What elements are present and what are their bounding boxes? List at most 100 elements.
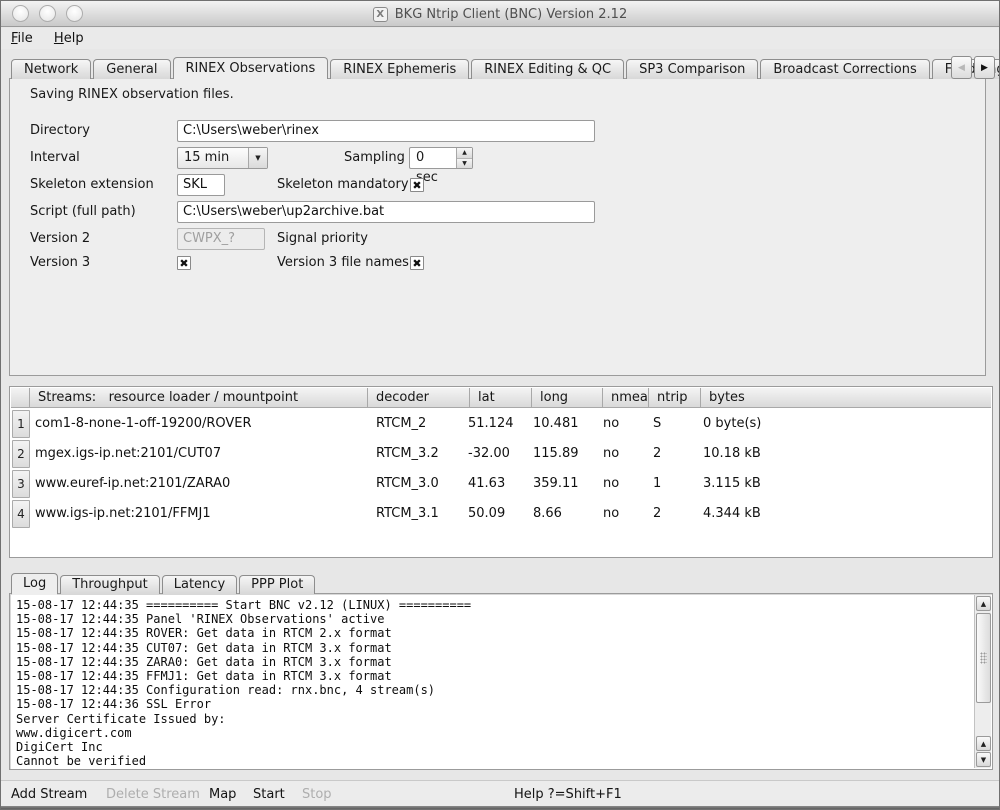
spin-down-icon[interactable]: ▼ bbox=[457, 159, 472, 169]
spin-up-icon[interactable]: ▲ bbox=[457, 148, 472, 159]
tab-sp3-comparison[interactable]: SP3 Comparison bbox=[626, 59, 758, 79]
cell-mountpoint: www.igs-ip.net:2101/FFMJ1 bbox=[35, 499, 211, 529]
skeleton-extension-label: Skeleton extension bbox=[30, 172, 154, 198]
col-header-nmea[interactable]: nmea bbox=[603, 388, 649, 408]
script-input[interactable]: C:\Users\weber\up2archive.bat bbox=[177, 201, 595, 223]
tab-broadcast-corrections[interactable]: Broadcast Corrections bbox=[760, 59, 929, 79]
col-header-bytes[interactable]: bytes bbox=[701, 388, 991, 408]
cell-lat: 51.124 bbox=[468, 409, 514, 439]
chevron-down-icon[interactable]: ▼ bbox=[248, 148, 267, 168]
log-line: 15-08-17 12:44:36 SSL Error bbox=[16, 697, 211, 711]
row-number[interactable]: 2 bbox=[12, 440, 30, 468]
scroll-up-button[interactable]: ▲ bbox=[976, 596, 991, 611]
menu-help[interactable]: Help bbox=[54, 28, 84, 49]
log-line: 15-08-17 12:44:35 FFMJ1: Get data in RTC… bbox=[16, 669, 392, 683]
tab-latency[interactable]: Latency bbox=[162, 575, 237, 594]
signal-priority-label: Signal priority bbox=[277, 226, 368, 252]
tab-ppp-plot[interactable]: PPP Plot bbox=[239, 575, 315, 594]
map-button[interactable]: Map bbox=[209, 781, 236, 809]
cell-mountpoint: com1-8-none-1-off-19200/ROVER bbox=[35, 409, 252, 439]
title-bar[interactable]: X BKG Ntrip Client (BNC) Version 2.12 bbox=[1, 1, 999, 27]
tab-rinex-observations[interactable]: RINEX Observations bbox=[173, 57, 329, 79]
cell-mountpoint: mgex.igs-ip.net:2101/CUT07 bbox=[35, 439, 221, 469]
scroll-down-button[interactable]: ▼ bbox=[976, 752, 991, 767]
skeleton-extension-input[interactable]: SKL bbox=[177, 174, 225, 196]
cell-lat: -32.00 bbox=[468, 439, 510, 469]
stream-row[interactable]: 1 com1-8-none-1-off-19200/ROVER RTCM_2 5… bbox=[11, 409, 991, 439]
row-number[interactable]: 3 bbox=[12, 470, 30, 498]
stream-row[interactable]: 3 www.euref-ip.net:2101/ZARA0 RTCM_3.0 4… bbox=[11, 469, 991, 499]
add-stream-button[interactable]: Add Stream bbox=[11, 781, 87, 809]
stream-row[interactable]: 4 www.igs-ip.net:2101/FFMJ1 RTCM_3.1 50.… bbox=[11, 499, 991, 529]
skeleton-mandatory-checkbox[interactable]: ✖ bbox=[410, 178, 424, 192]
menu-file[interactable]: File bbox=[11, 28, 33, 49]
scrollbar-thumb[interactable] bbox=[976, 613, 991, 703]
cell-nmea: no bbox=[603, 499, 619, 529]
tab-network[interactable]: Network bbox=[11, 59, 91, 79]
log-panel: 15-08-17 12:44:35 ========== Start BNC v… bbox=[9, 593, 993, 770]
tab-rinex-editing-qc[interactable]: RINEX Editing & QC bbox=[471, 59, 624, 79]
version3-checkbox[interactable]: ✖ bbox=[177, 256, 191, 270]
log-scrollbar[interactable]: ▲ ▲ ▼ bbox=[974, 595, 991, 768]
log-tab-bar: Log Throughput Latency PPP Plot bbox=[11, 573, 317, 594]
log-line: DigiCert Inc bbox=[16, 740, 103, 754]
log-line: Cannot be verified bbox=[16, 754, 146, 767]
log-line: 15-08-17 12:44:35 ROVER: Get data in RTC… bbox=[16, 626, 392, 640]
tab-general[interactable]: General bbox=[93, 59, 170, 79]
skeleton-mandatory-label: Skeleton mandatory bbox=[277, 172, 409, 198]
arrow-up-icon: ▲ bbox=[981, 740, 986, 748]
log-line: 15-08-17 12:44:35 ZARA0: Get data in RTC… bbox=[16, 655, 392, 669]
cell-bytes: 3.115 kB bbox=[703, 469, 761, 499]
cell-ntrip: 2 bbox=[653, 439, 661, 469]
tab-scroll-buttons: ◀ ▶ bbox=[951, 56, 995, 79]
stream-row[interactable]: 2 mgex.igs-ip.net:2101/CUT07 RTCM_3.2 -3… bbox=[11, 439, 991, 469]
tab-rinex-ephemeris[interactable]: RINEX Ephemeris bbox=[330, 59, 469, 79]
main-tab-bar: Network General RINEX Observations RINEX… bbox=[11, 57, 1000, 79]
directory-label: Directory bbox=[30, 118, 90, 144]
version3-file-names-checkbox[interactable]: ✖ bbox=[410, 256, 424, 270]
sampling-spinner[interactable]: 0 sec ▲ ▼ bbox=[409, 147, 473, 169]
scroll-up-button-bottom[interactable]: ▲ bbox=[976, 736, 991, 751]
row-number[interactable]: 1 bbox=[12, 410, 30, 438]
row-number[interactable]: 4 bbox=[12, 500, 30, 528]
tab-log[interactable]: Log bbox=[11, 573, 58, 594]
help-shortcut-label[interactable]: Help ?=Shift+F1 bbox=[514, 781, 622, 809]
tab-scroll-left-button[interactable]: ◀ bbox=[951, 56, 972, 79]
tab-scroll-right-button[interactable]: ▶ bbox=[974, 56, 995, 79]
cell-long: 8.66 bbox=[533, 499, 562, 529]
col-header-mountpoint[interactable]: Streams: resource loader / mountpoint bbox=[30, 388, 368, 408]
col-header-decoder[interactable]: decoder bbox=[368, 388, 470, 408]
log-line: 15-08-17 12:44:35 ========== Start BNC v… bbox=[16, 598, 471, 612]
arrow-down-icon: ▼ bbox=[981, 756, 986, 764]
arrow-up-icon: ▲ bbox=[981, 600, 986, 608]
chevron-right-icon: ▶ bbox=[981, 63, 988, 73]
log-line: Server Certificate Issued by: bbox=[16, 712, 226, 726]
interval-value: 15 min bbox=[178, 148, 248, 168]
x11-app-icon: X bbox=[373, 7, 388, 22]
bottom-action-bar: Add Stream Delete Stream Map Start Stop … bbox=[1, 780, 999, 808]
col-header-ntrip[interactable]: ntrip bbox=[649, 388, 701, 408]
cell-lat: 41.63 bbox=[468, 469, 505, 499]
cell-decoder: RTCM_2 bbox=[376, 409, 426, 439]
streams-table: Streams: resource loader / mountpoint de… bbox=[9, 386, 993, 558]
col-header-lat[interactable]: lat bbox=[470, 388, 532, 408]
sampling-value: 0 sec bbox=[410, 148, 456, 168]
cell-ntrip: S bbox=[653, 409, 661, 439]
log-output[interactable]: 15-08-17 12:44:35 ========== Start BNC v… bbox=[16, 598, 968, 767]
directory-input[interactable]: C:\Users\weber\rinex bbox=[177, 120, 595, 142]
col-header-long[interactable]: long bbox=[532, 388, 603, 408]
cell-long: 359.11 bbox=[533, 469, 579, 499]
version2-label: Version 2 bbox=[30, 226, 90, 252]
cell-decoder: RTCM_3.1 bbox=[376, 499, 439, 529]
cell-ntrip: 1 bbox=[653, 469, 661, 499]
start-button[interactable]: Start bbox=[253, 781, 285, 809]
tab-throughput[interactable]: Throughput bbox=[60, 575, 160, 594]
streams-table-header: Streams: resource loader / mountpoint de… bbox=[11, 388, 991, 408]
interval-dropdown[interactable]: 15 min ▼ bbox=[177, 147, 268, 169]
cell-lat: 50.09 bbox=[468, 499, 505, 529]
menu-bar: File Help bbox=[1, 28, 999, 49]
cell-nmea: no bbox=[603, 409, 619, 439]
script-label: Script (full path) bbox=[30, 199, 136, 225]
stop-button: Stop bbox=[302, 781, 332, 809]
app-window: X BKG Ntrip Client (BNC) Version 2.12 Fi… bbox=[0, 0, 1000, 810]
